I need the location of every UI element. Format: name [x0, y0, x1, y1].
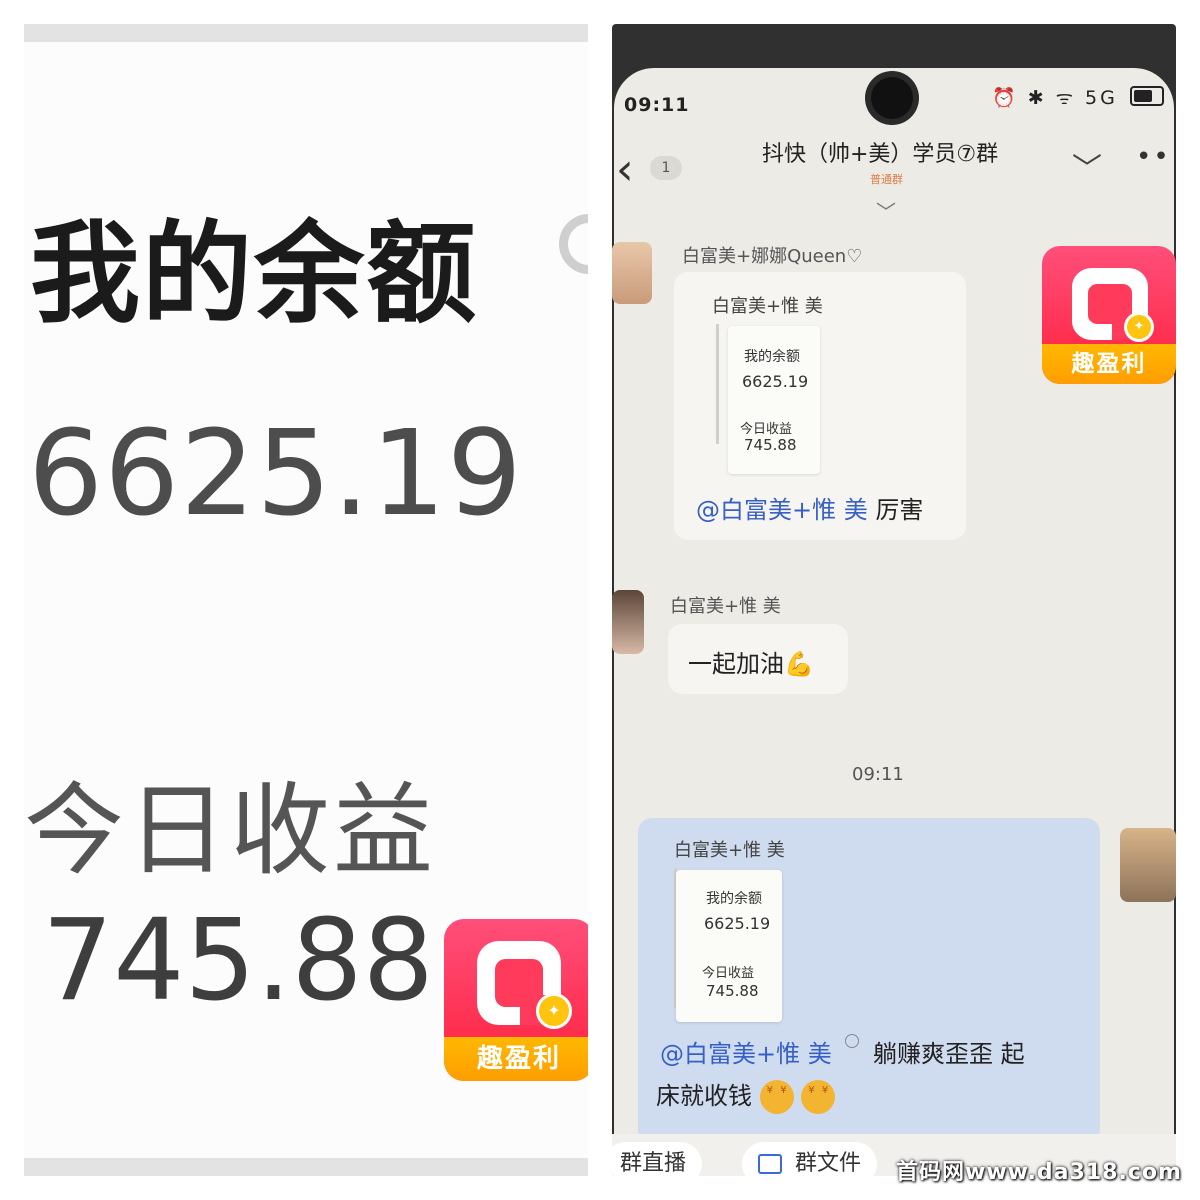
group-live-label: 群直播: [620, 1151, 687, 1176]
quoted-image[interactable]: 我的余额 6625.19 今日收益 745.88: [728, 326, 820, 474]
today-income-label: 今日收益: [24, 772, 436, 889]
quoted-income-value: 745.88: [744, 436, 797, 454]
my-message-bubble[interactable]: 白富美+惟 美 我的余额 6625.19 今日收益 745.88 @白富美+惟 …: [638, 818, 1100, 1144]
more-icon[interactable]: •••: [1136, 142, 1176, 172]
avatar[interactable]: [612, 242, 652, 304]
message-text: 一起加油💪: [688, 650, 814, 678]
quoted-balance-value: 6625.19: [704, 914, 771, 933]
message-body: 厉害: [875, 496, 924, 524]
status-icons: ⏰ ✱ ᯤ 5G: [992, 87, 1118, 109]
back-icon[interactable]: ‹: [616, 144, 634, 195]
app-logo: ✦ 趣盈利: [1042, 246, 1176, 384]
time-separator: 09:11: [852, 764, 904, 785]
coin-icon: ✦: [1124, 312, 1154, 342]
group-live-chip[interactable]: 群直播: [612, 1142, 703, 1176]
message-text-line2: 床就收钱: [656, 1076, 836, 1114]
money-eyes-emoji-icon: [759, 1080, 794, 1114]
balance-label: 我的余额: [30, 210, 478, 338]
balance-screenshot-panel: 我的余额 6625.19 今日收益 745.88 ✦ 趣盈利: [24, 24, 588, 1176]
battery-icon: [1130, 86, 1164, 106]
eye-toggle-icon[interactable]: [559, 214, 588, 274]
unread-count-badge: 1: [650, 156, 682, 180]
quoted-income-value: 745.88: [706, 982, 759, 1000]
read-status-icon: [845, 1034, 860, 1048]
message-bubble[interactable]: 一起加油💪: [668, 624, 848, 694]
message-text: @白富美+惟 美 厉害: [696, 490, 923, 525]
quoted-balance-label: 我的余额: [744, 349, 800, 365]
quote-sender: 白富美+惟 美: [712, 296, 823, 317]
watermark: 首码网www.da318.com: [896, 1160, 1182, 1185]
app-logo: ✦ 趣盈利: [444, 919, 588, 1081]
message-text-line1: @白富美+惟 美 躺赚爽歪歪 起: [660, 1034, 1025, 1069]
my-avatar[interactable]: [1120, 828, 1176, 902]
front-camera: [871, 77, 913, 119]
app-logo-text: 趣盈利: [1042, 344, 1176, 384]
quoted-image[interactable]: 我的余额 6625.19 今日收益 745.88: [676, 870, 782, 1022]
quote-sender: 白富美+惟 美: [674, 840, 785, 861]
group-files-chip[interactable]: 群文件: [742, 1142, 878, 1176]
balance-value: 6625.19: [28, 404, 523, 542]
quoted-income-label: 今日收益: [740, 422, 793, 437]
quote-bar: [716, 324, 719, 444]
status-time: 09:11: [624, 94, 690, 116]
sender-name: 白富美+娜娜Queen♡: [682, 246, 863, 267]
money-eyes-emoji-icon: [801, 1080, 836, 1114]
message-bubble[interactable]: 白富美+惟 美 我的余额 6625.19 今日收益 745.88 @白富美+惟 …: [674, 272, 966, 540]
sender-name: 白富美+惟 美: [670, 596, 781, 617]
quoted-balance-label: 我的余额: [706, 891, 762, 907]
group-type-tag: 普通群: [870, 173, 903, 186]
top-divider: [24, 24, 588, 42]
mention[interactable]: @白富美+惟 美: [696, 496, 868, 524]
today-income-value: 745.88: [42, 896, 434, 1026]
bottom-divider: [24, 1158, 588, 1176]
group-files-label: 群文件: [795, 1151, 862, 1176]
avatar[interactable]: [612, 590, 644, 654]
mention[interactable]: @白富美+惟 美: [660, 1040, 832, 1068]
group-chat-photo: 09:11 ⏰ ✱ ᯤ 5G ‹ 1 抖快（帅+美）学员⑦群 普通群 ﹀ •••…: [612, 24, 1176, 1176]
message-body: 床就收钱: [656, 1082, 752, 1110]
quoted-income-label: 今日收益: [702, 966, 755, 981]
app-logo-text: 趣盈利: [444, 1037, 588, 1081]
chevron-down-icon[interactable]: ﹀: [1072, 144, 1102, 188]
coin-icon: ✦: [536, 993, 572, 1029]
message-body: 躺赚爽歪歪 起: [873, 1040, 1025, 1068]
quoted-balance-value: 6625.19: [742, 372, 809, 391]
folder-icon: [758, 1154, 782, 1174]
chat-title: 抖快（帅+美）学员⑦群: [762, 142, 999, 167]
expand-chevron-icon[interactable]: ﹀: [876, 196, 896, 225]
